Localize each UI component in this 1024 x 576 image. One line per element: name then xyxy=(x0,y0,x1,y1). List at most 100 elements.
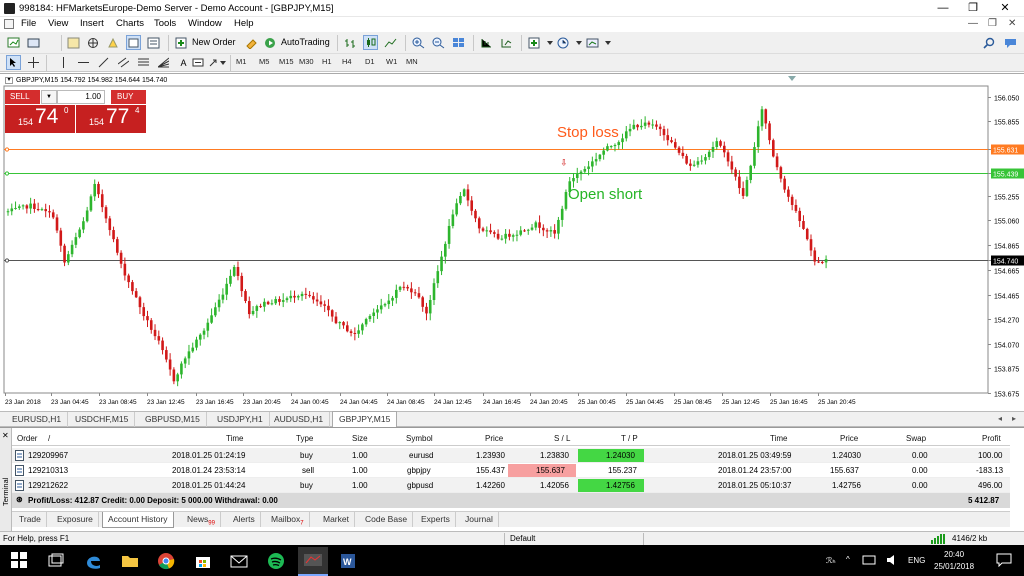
lot-dropdown-icon[interactable]: ▼ xyxy=(41,90,57,104)
tray-chevron-icon[interactable]: ^ xyxy=(846,555,850,564)
status-profile[interactable]: Default xyxy=(510,534,535,543)
clock-date[interactable]: 25/01/2018 xyxy=(934,562,974,571)
cursor-icon[interactable] xyxy=(6,55,21,70)
clock-time[interactable]: 20:40 xyxy=(944,550,964,559)
timeframe-m1[interactable]: M1 xyxy=(236,57,246,66)
timeframe-h1[interactable]: H1 xyxy=(322,57,332,66)
col-time[interactable]: Time xyxy=(226,434,243,443)
buy-button[interactable]: BUY xyxy=(111,90,146,104)
terminal-tab-alerts[interactable]: Alerts xyxy=(228,512,261,527)
word-icon[interactable]: W xyxy=(338,551,358,571)
timeframe-m15[interactable]: M15 xyxy=(279,57,294,66)
new-chart-icon[interactable] xyxy=(6,35,21,50)
chart-tab-eurusd[interactable]: EURUSD,H1 xyxy=(6,412,69,427)
navigator-icon[interactable] xyxy=(106,35,121,50)
timeframe-h4[interactable]: H4 xyxy=(342,57,352,66)
menu-window[interactable]: Window xyxy=(188,18,222,29)
menu-tools[interactable]: Tools xyxy=(154,18,176,29)
terminal-tab-mailbox[interactable]: Mailbox7 xyxy=(266,512,310,527)
chart-tab-usdjpy[interactable]: USDJPY,H1 xyxy=(211,412,270,427)
zoom-in-icon[interactable] xyxy=(411,35,426,50)
timeframe-mn[interactable]: MN xyxy=(406,57,418,66)
crosshair-icon[interactable] xyxy=(26,55,41,70)
periods-icon[interactable] xyxy=(556,35,571,50)
templates-dropdown-icon[interactable] xyxy=(601,35,616,50)
col-sort-indicator[interactable]: / xyxy=(48,434,50,443)
document-icon[interactable] xyxy=(4,19,14,29)
timeframe-m30[interactable]: M30 xyxy=(299,57,314,66)
chart-tab-gbpusd[interactable]: GBPUSD,M15 xyxy=(139,412,207,427)
minimize-button[interactable]: — xyxy=(928,0,958,17)
chrome-icon[interactable] xyxy=(156,551,176,571)
metaeditor-icon[interactable] xyxy=(244,35,259,50)
mail-icon[interactable] xyxy=(229,551,249,571)
arrows-dropdown-icon[interactable] xyxy=(216,55,231,70)
maximize-button[interactable]: ❐ xyxy=(958,0,988,17)
tile-windows-icon[interactable] xyxy=(451,35,466,50)
chart-window[interactable]: ⇩ Stop loss Open short 156.050 155.855 155.63… xyxy=(0,73,1024,411)
metatrader-taskbar-icon[interactable] xyxy=(298,547,328,576)
auto-scroll-icon[interactable] xyxy=(499,35,514,50)
lot-size-input[interactable]: 1.00 xyxy=(57,90,105,104)
trendline-icon[interactable] xyxy=(96,55,111,70)
buy-price-button[interactable]: 154 77 4 xyxy=(76,105,146,133)
templates-icon[interactable] xyxy=(585,35,600,50)
col-close-price[interactable]: Price xyxy=(840,434,858,443)
terminal-tab-news[interactable]: News99 xyxy=(182,512,221,527)
col-tp[interactable]: T / P xyxy=(621,434,638,443)
col-swap[interactable]: Swap xyxy=(906,434,926,443)
fibonacci-icon[interactable] xyxy=(136,55,151,70)
bar-chart-icon[interactable] xyxy=(343,35,358,50)
terminal-toggle-icon[interactable] xyxy=(126,35,141,50)
terminal-tab-market[interactable]: Market xyxy=(318,512,355,527)
menu-insert[interactable]: Insert xyxy=(80,18,104,29)
fibonacci-fan-icon[interactable] xyxy=(156,55,171,70)
edge-icon[interactable] xyxy=(84,551,104,571)
chart-tab-audusd[interactable]: AUDUSD,H1 xyxy=(268,412,331,427)
col-price[interactable]: Price xyxy=(485,434,503,443)
horizontal-line-icon[interactable] xyxy=(76,55,91,70)
network-icon[interactable] xyxy=(862,553,876,567)
table-row[interactable]: 129209967 2018.01.25 01:24:19 buy 1.00 e… xyxy=(12,448,1010,463)
terminal-close-icon[interactable]: ✕ xyxy=(2,431,9,440)
close-button[interactable]: ✕ xyxy=(990,0,1020,17)
child-restore-button[interactable]: ❐ xyxy=(988,18,997,29)
terminal-tab-account-history[interactable]: Account History xyxy=(102,512,174,528)
timeframe-w1[interactable]: W1 xyxy=(386,57,397,66)
col-order[interactable]: Order xyxy=(17,434,37,443)
timeframe-m5[interactable]: M5 xyxy=(259,57,269,66)
col-type[interactable]: Type xyxy=(296,434,313,443)
terminal-tab-trade[interactable]: Trade xyxy=(14,512,47,527)
notifications-icon[interactable] xyxy=(996,553,1012,568)
spotify-icon[interactable] xyxy=(266,551,286,571)
text-icon[interactable]: A xyxy=(176,55,191,70)
child-close-button[interactable]: ✕ xyxy=(1008,18,1016,29)
channel-icon[interactable] xyxy=(116,55,131,70)
chart-shift-icon[interactable] xyxy=(479,35,494,50)
people-icon[interactable]: ℛₕ xyxy=(826,556,836,565)
volume-icon[interactable] xyxy=(886,553,900,567)
new-order-icon[interactable] xyxy=(174,35,189,50)
autotrading-icon[interactable] xyxy=(263,35,278,50)
col-sl[interactable]: S / L xyxy=(554,434,570,443)
chart-shift-marker[interactable] xyxy=(788,76,796,81)
new-order-button[interactable]: New Order xyxy=(192,37,236,47)
timeframe-d1[interactable]: D1 xyxy=(365,57,375,66)
zoom-out-icon[interactable] xyxy=(431,35,446,50)
store-icon[interactable] xyxy=(193,551,213,571)
file-explorer-icon[interactable] xyxy=(120,551,140,571)
terminal-tab-code-base[interactable]: Code Base xyxy=(360,512,414,527)
language-indicator[interactable]: ENG xyxy=(908,556,925,565)
menu-charts[interactable]: Charts xyxy=(116,18,144,29)
vertical-line-icon[interactable] xyxy=(56,55,71,70)
sell-button[interactable]: SELL xyxy=(5,90,40,104)
data-window-icon[interactable] xyxy=(86,35,101,50)
autotrading-button[interactable]: AutoTrading xyxy=(281,37,330,47)
tester-icon[interactable] xyxy=(146,35,161,50)
tabs-scroll-right-icon[interactable]: ▸ xyxy=(1012,414,1016,423)
task-view-icon[interactable] xyxy=(46,551,66,571)
menu-view[interactable]: View xyxy=(48,18,68,29)
menu-file[interactable]: File xyxy=(21,18,36,29)
tabs-scroll-left-icon[interactable]: ◂ xyxy=(998,414,1002,423)
indicators-icon[interactable] xyxy=(527,35,542,50)
